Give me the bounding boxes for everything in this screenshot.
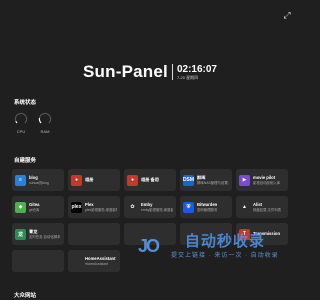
qinglong-icon: 龙 [15,228,26,240]
app-card[interactable] [68,223,120,245]
app-card-desc: xuhuai的blog [29,180,49,185]
app-card-text: 相册 [85,177,93,183]
app-card-text: HomeAssistant HomeAssistant [85,256,115,266]
clock: 02:16:07 7-20 星期四 [177,64,217,81]
section-title-public-sites: 大众网站 [14,293,37,299]
bitwarden-icon: ⛨ [183,201,194,213]
app-card-text: Gitea git仓库 [29,202,39,212]
app-card[interactable]: ▲ Alist 网盘挂载,文件列表 [236,196,288,218]
app-card[interactable]: ≡ blog xuhuai的blog [12,169,64,191]
gitea-icon: ◆ [15,201,26,213]
cpu-gauge: CPU [14,112,28,134]
watermark-logo-icon: JO [137,235,160,256]
app-card[interactable]: plex Plex plex影视服务,家庭影院 [68,196,120,218]
ram-gauge-label: RAM [40,129,50,134]
app-card-desc: git仓库 [29,207,40,212]
clock-date: 7-20 星期四 [176,74,199,80]
emby-icon: ✿ [127,201,138,213]
app-card[interactable]: ✿Embyemby影视服务,家庭影院 [124,196,176,218]
homeassistant-icon [71,255,82,267]
app-card-desc: 定时任务,自动化脚本 [29,234,61,239]
watermark-sub: 提交上链接 · 来访一次 · 自动收录 [171,253,279,259]
watermark: JO 自动秒收录 提交上链接 · 来访一次 · 自动收录 [128,233,279,259]
app-card[interactable]: HomeAssistant HomeAssistant [68,250,120,272]
app-card-desc: 群晖NAS管理与设置,家庭存储 [197,180,229,185]
app-card[interactable] [12,250,64,272]
ram-gauge: RAM [38,112,52,134]
cpu-gauge-label: CPU [16,129,26,134]
watermark-text: 自动秒收录 提交上链接 · 来访一次 · 自动收录 [171,233,279,259]
blog-icon: ≡ [15,174,26,186]
app-card-desc: 网盘挂载,文件列表 [253,207,282,212]
app-card-desc: emby影视服务,家庭影院 [141,207,173,212]
app-card-title: 相册 备用 [141,177,159,183]
app-card-text: Plex plex影视服务,家庭影院 [85,202,117,212]
photo-album-backup-icon: ● [127,174,138,186]
app-card-text: 相册 备用 [141,177,159,183]
app-title: Sun-Panel [83,62,168,81]
synology-dsm-icon: DSM [183,174,194,186]
watermark-main: 自动秒收录 [184,233,265,250]
clock-time: 02:16:07 [176,63,217,75]
app-card-desc: plex影视服务,家庭影院 [85,207,117,212]
app-card-text: blog xuhuai的blog [29,175,49,185]
app-card-text: movie pilot 影视自动刮削入库 [253,175,280,185]
system-monitor: CPU RAM [14,112,52,134]
app-card-desc: HomeAssistant [85,261,108,266]
app-card-title: 相册 [85,177,94,183]
movie-pilot-icon: ▶ [239,174,250,186]
title-divider [171,64,173,80]
app-card-text: 青龙 定时任务,自动化脚本 [29,229,60,239]
alist-icon: ▲ [239,201,250,213]
ram-gauge-icon [38,112,52,126]
app-card-text: Alist 网盘挂载,文件列表 [253,202,281,212]
photo-album-icon: ● [71,174,82,186]
header: Sun-Panel 02:16:07 7-20 星期四 [0,62,300,82]
plex-icon: plex [71,201,82,213]
app-card[interactable]: ● 相册 备用 [124,169,176,191]
app-card[interactable]: ▶ movie pilot 影视自动刮削入库 [236,169,288,191]
app-card-desc: 密码管理服务 [197,207,218,212]
app-card-desc: 影视自动刮削入库 [253,180,281,185]
settings-icon[interactable]: ⤢ [282,10,292,20]
app-card[interactable]: ◆ Gitea git仓库 [12,196,64,218]
section-title-self-hosted: 自建服务 [14,158,37,164]
app-card-text: Embyemby影视服务,家庭影院 [141,202,173,212]
app-card[interactable]: DSM群晖群晖NAS管理与设置,家庭存储 [180,169,232,191]
section-title-system-status: 系统状态 [14,100,37,106]
app-card-text: Bitwarden 密码管理服务 [197,202,217,212]
app-card[interactable]: 龙青龙 定时任务,自动化脚本 [12,223,64,245]
cpu-gauge-icon [14,112,28,126]
app-card[interactable]: ⛨ Bitwarden 密码管理服务 [180,196,232,218]
app-card[interactable]: ● 相册 [68,169,120,191]
app-card-text: 群晖群晖NAS管理与设置,家庭存储 [197,175,229,185]
